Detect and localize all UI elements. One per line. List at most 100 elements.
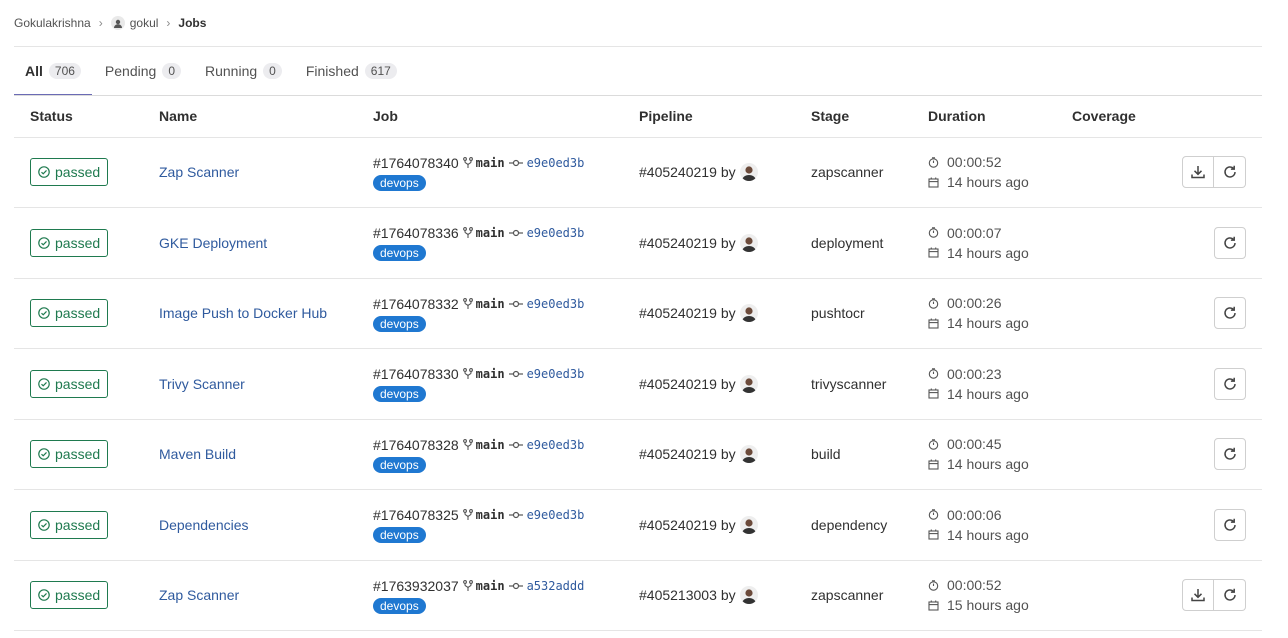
branch-link[interactable]: main bbox=[476, 226, 505, 240]
retry-button[interactable] bbox=[1214, 367, 1246, 400]
job-name-link[interactable]: Maven Build bbox=[159, 446, 236, 462]
coverage-cell bbox=[1056, 207, 1166, 279]
retry-button[interactable] bbox=[1214, 579, 1246, 612]
job-id-link[interactable]: #1764078330 bbox=[373, 366, 459, 382]
tab-count-badge: 0 bbox=[162, 63, 181, 79]
breadcrumb-current[interactable]: Jobs bbox=[178, 16, 206, 30]
job-id-link[interactable]: #1764078332 bbox=[373, 296, 459, 312]
avatar[interactable] bbox=[739, 586, 758, 605]
tab-pending[interactable]: Pending 0 bbox=[94, 47, 192, 95]
commit-sha-link[interactable]: e9e0ed3b bbox=[527, 508, 585, 522]
tab-finished[interactable]: Finished 617 bbox=[295, 47, 408, 95]
job-id-link[interactable]: #1764078325 bbox=[373, 507, 459, 523]
pipeline-link[interactable]: #405240219 bbox=[639, 305, 717, 321]
avatar[interactable] bbox=[739, 233, 758, 252]
status-badge[interactable]: passed bbox=[30, 581, 109, 610]
job-cell: #1764078330 main e9e0ed3b devops bbox=[357, 348, 623, 420]
stage-text: trivyscanner bbox=[811, 375, 887, 392]
actions-cell bbox=[1166, 348, 1262, 420]
job-name-link[interactable]: Dependencies bbox=[159, 517, 249, 533]
retry-button[interactable] bbox=[1214, 438, 1246, 471]
commit-sha-link[interactable]: e9e0ed3b bbox=[527, 367, 585, 381]
column-header: Duration bbox=[912, 96, 1056, 138]
finished-text: 14 hours ago bbox=[947, 385, 1029, 402]
retry-button[interactable] bbox=[1214, 297, 1246, 330]
duration-info: 00:00:52 14 hours ago bbox=[928, 152, 1056, 192]
pipeline-link[interactable]: #405240219 bbox=[639, 446, 717, 462]
job-name-link[interactable]: Trivy Scanner bbox=[159, 376, 245, 392]
commit-sha-link[interactable]: e9e0ed3b bbox=[527, 156, 585, 170]
avatar[interactable] bbox=[739, 374, 758, 393]
tab-all[interactable]: All 706 bbox=[14, 47, 92, 96]
duration-line: 00:00:26 bbox=[928, 293, 1056, 313]
avatar[interactable] bbox=[739, 163, 758, 182]
commit-sha-link[interactable]: e9e0ed3b bbox=[527, 438, 585, 452]
duration-cell: 00:00:26 14 hours ago bbox=[912, 278, 1056, 349]
calendar-icon bbox=[928, 177, 939, 188]
stage-cell: pushtocr bbox=[795, 278, 912, 349]
branch-link[interactable]: main bbox=[476, 297, 505, 311]
pipeline-by-text: by bbox=[720, 164, 736, 181]
job-id-link[interactable]: #1764078340 bbox=[373, 155, 459, 171]
finished-line: 15 hours ago bbox=[928, 595, 1056, 615]
avatar[interactable] bbox=[739, 445, 758, 464]
download-artifacts-button[interactable] bbox=[1182, 156, 1214, 189]
branch-icon bbox=[462, 156, 473, 169]
branch-link[interactable]: main bbox=[476, 438, 505, 452]
branch-link[interactable]: main bbox=[476, 508, 505, 522]
avatar[interactable] bbox=[739, 515, 758, 534]
avatar[interactable] bbox=[739, 304, 758, 323]
job-id-link[interactable]: #1764078336 bbox=[373, 225, 459, 241]
breadcrumb-group[interactable]: Gokulakrishna bbox=[14, 16, 91, 30]
retry-button[interactable] bbox=[1214, 508, 1246, 541]
download-icon bbox=[1190, 164, 1206, 180]
job-id-link[interactable]: #1763932037 bbox=[373, 578, 459, 594]
finished-line: 14 hours ago bbox=[928, 313, 1056, 333]
branch-link[interactable]: main bbox=[476, 367, 505, 381]
finished-text: 14 hours ago bbox=[947, 174, 1029, 191]
status-badge[interactable]: passed bbox=[30, 369, 109, 398]
commit-sha-link[interactable]: a532addd bbox=[527, 579, 585, 593]
status-badge[interactable]: passed bbox=[30, 510, 109, 539]
status-cell: passed bbox=[14, 207, 143, 279]
row-actions bbox=[1182, 579, 1262, 612]
pipeline-link[interactable]: #405240219 bbox=[639, 376, 717, 392]
table-header-row: Status Name Job Pipeline Stage Duration … bbox=[14, 96, 1262, 138]
job-cell: #1764078336 main e9e0ed3b devops bbox=[357, 207, 623, 279]
retry-button[interactable] bbox=[1214, 226, 1246, 259]
job-name-link[interactable]: Zap Scanner bbox=[159, 587, 239, 603]
pipeline-info: #405213003 by bbox=[639, 586, 795, 605]
branch-icon bbox=[462, 438, 473, 451]
download-artifacts-button[interactable] bbox=[1182, 579, 1214, 612]
tab-running[interactable]: Running 0 bbox=[194, 47, 293, 95]
job-name-link[interactable]: GKE Deployment bbox=[159, 235, 267, 251]
duration-info: 00:00:06 14 hours ago bbox=[928, 505, 1056, 545]
duration-line: 00:00:52 bbox=[928, 575, 1056, 595]
breadcrumb-project[interactable]: gokul bbox=[130, 16, 159, 30]
status-badge[interactable]: passed bbox=[30, 228, 109, 257]
timer-icon bbox=[928, 580, 939, 591]
pipeline-link[interactable]: #405240219 bbox=[639, 517, 717, 533]
retry-button[interactable] bbox=[1214, 156, 1246, 189]
pipeline-link[interactable]: #405240219 bbox=[639, 164, 717, 180]
branch-link[interactable]: main bbox=[476, 579, 505, 593]
job-name-link[interactable]: Image Push to Docker Hub bbox=[159, 305, 327, 321]
calendar-icon bbox=[928, 388, 939, 399]
tag-badge: devops bbox=[373, 174, 426, 191]
status-badge[interactable]: passed bbox=[30, 158, 109, 187]
pipeline-link[interactable]: #405240219 bbox=[639, 235, 717, 251]
branch-link[interactable]: main bbox=[476, 156, 505, 170]
tab-label: Running bbox=[205, 63, 258, 79]
tab-label: Finished bbox=[305, 63, 359, 79]
commit-sha-link[interactable]: e9e0ed3b bbox=[527, 226, 585, 240]
commit-sha-link[interactable]: e9e0ed3b bbox=[527, 297, 585, 311]
job-id-link[interactable]: #1764078328 bbox=[373, 437, 459, 453]
finished-line: 14 hours ago bbox=[928, 525, 1056, 545]
pipeline-link[interactable]: #405213003 bbox=[639, 587, 717, 603]
status-badge[interactable]: passed bbox=[30, 440, 109, 469]
job-name-link[interactable]: Zap Scanner bbox=[159, 164, 239, 180]
status-badge[interactable]: passed bbox=[30, 299, 109, 328]
tag-badge: devops bbox=[373, 386, 426, 403]
timer-icon bbox=[928, 227, 939, 238]
check-circle-icon bbox=[38, 377, 50, 390]
